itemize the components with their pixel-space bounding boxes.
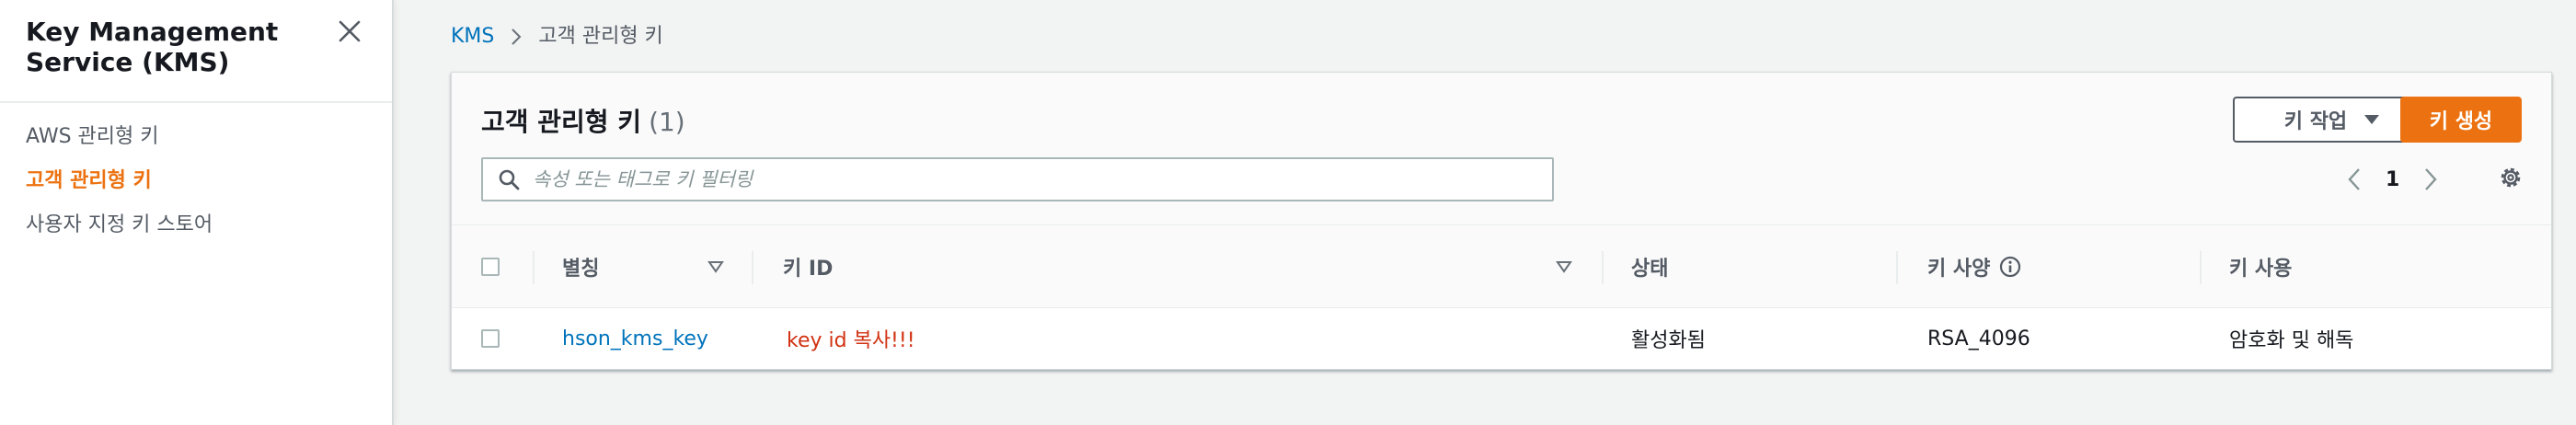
create-key-button[interactable]: 키 생성 bbox=[2400, 97, 2522, 143]
sidebar-item-customer-managed-keys[interactable]: 고객 관리형 키 bbox=[26, 169, 213, 193]
key-id-cell: key id 복사!!! bbox=[787, 308, 915, 369]
breadcrumb-kms-link[interactable]: KMS bbox=[451, 24, 494, 50]
sidebar: Key Management Service (KMS) AWS 관리형 키 고… bbox=[0, 0, 394, 425]
column-header-key-usage[interactable]: 키 사용 bbox=[2229, 225, 2292, 307]
chevron-left-icon bbox=[2348, 168, 2360, 190]
column-header-key-id[interactable]: 키 ID bbox=[783, 225, 833, 307]
sidebar-item-aws-managed-keys[interactable]: AWS 관리형 키 bbox=[26, 125, 213, 149]
column-divider bbox=[752, 251, 753, 284]
key-spec-value: RSA_4096 bbox=[1927, 327, 2030, 350]
key-actions-label: 키 작업 bbox=[2283, 110, 2348, 133]
table-row[interactable]: hson_kms_key key id 복사!!! 활성화됨 RSA_4096 … bbox=[452, 308, 2551, 369]
next-page-button[interactable] bbox=[2418, 161, 2444, 198]
chevron-right-icon bbox=[2425, 168, 2437, 190]
column-header-alias-label: 별칭 bbox=[562, 257, 600, 281]
search-icon bbox=[498, 168, 520, 190]
table-settings-button[interactable] bbox=[2494, 163, 2527, 196]
column-header-key-usage-label: 키 사용 bbox=[2229, 257, 2293, 281]
sidebar-nav: AWS 관리형 키 고객 관리형 키 사용자 지정 키 스토어 bbox=[26, 125, 213, 258]
sidebar-close-button[interactable] bbox=[333, 17, 366, 50]
sort-alias-icon[interactable] bbox=[707, 225, 724, 307]
page-title: 고객 관리형 키 (1) bbox=[481, 102, 685, 143]
column-header-status[interactable]: 상태 bbox=[1631, 225, 1668, 307]
sidebar-title: Key Management Service (KMS) bbox=[26, 17, 279, 77]
status-value: 활성화됨 bbox=[1631, 329, 1706, 352]
keys-table-panel: 고객 관리형 키 (1) 키 작업 1 bbox=[451, 72, 2552, 370]
panel-title-text: 고객 관리형 키 bbox=[481, 107, 642, 137]
key-spec-cell: RSA_4096 bbox=[1927, 308, 2030, 369]
column-divider bbox=[533, 251, 535, 284]
close-icon bbox=[338, 19, 362, 47]
select-all-checkbox[interactable] bbox=[481, 257, 500, 276]
info-icon[interactable] bbox=[1999, 256, 2021, 278]
search-field[interactable] bbox=[481, 157, 1554, 201]
row-checkbox[interactable] bbox=[481, 329, 500, 348]
column-divider bbox=[2200, 251, 2202, 284]
caret-down-icon bbox=[2363, 114, 2380, 125]
page-number[interactable]: 1 bbox=[2386, 168, 2399, 191]
breadcrumb-current: 고객 관리형 키 bbox=[538, 25, 663, 48]
key-usage-value: 암호화 및 해독 bbox=[2229, 329, 2354, 352]
column-divider bbox=[1896, 251, 1898, 284]
column-header-key-spec-label: 키 사양 bbox=[1927, 257, 1991, 281]
status-cell: 활성화됨 bbox=[1631, 308, 1706, 369]
alias-link[interactable]: hson_kms_key bbox=[562, 327, 708, 350]
column-divider bbox=[1602, 251, 1604, 284]
column-header-key-spec[interactable]: 키 사양 bbox=[1927, 225, 2021, 307]
sidebar-divider bbox=[0, 101, 392, 103]
sidebar-item-custom-key-stores[interactable]: 사용자 지정 키 스토어 bbox=[26, 213, 213, 237]
key-count: (1) bbox=[649, 107, 685, 137]
key-usage-cell: 암호화 및 해독 bbox=[2229, 308, 2353, 369]
gear-icon bbox=[2498, 165, 2524, 194]
pagination: 1 bbox=[2341, 161, 2444, 198]
select-all-cell bbox=[481, 225, 500, 307]
alias-cell: hson_kms_key bbox=[562, 308, 708, 369]
row-select-cell bbox=[481, 308, 500, 369]
key-id-value[interactable]: key id 복사!!! bbox=[787, 324, 915, 353]
sort-key-id-icon[interactable] bbox=[1556, 225, 1572, 307]
column-header-key-id-label: 키 ID bbox=[783, 257, 834, 281]
table-header: 별칭 키 ID 상태 키 사양 키 사용 bbox=[452, 225, 2551, 308]
previous-page-button[interactable] bbox=[2341, 161, 2367, 198]
panel-header: 고객 관리형 키 (1) 키 작업 1 bbox=[452, 73, 2551, 225]
breadcrumb: KMS 고객 관리형 키 bbox=[451, 24, 663, 50]
search-input[interactable] bbox=[533, 168, 1526, 190]
chevron-right-icon bbox=[511, 28, 522, 46]
column-header-status-label: 상태 bbox=[1631, 257, 1669, 281]
column-header-alias[interactable]: 별칭 bbox=[562, 225, 599, 307]
